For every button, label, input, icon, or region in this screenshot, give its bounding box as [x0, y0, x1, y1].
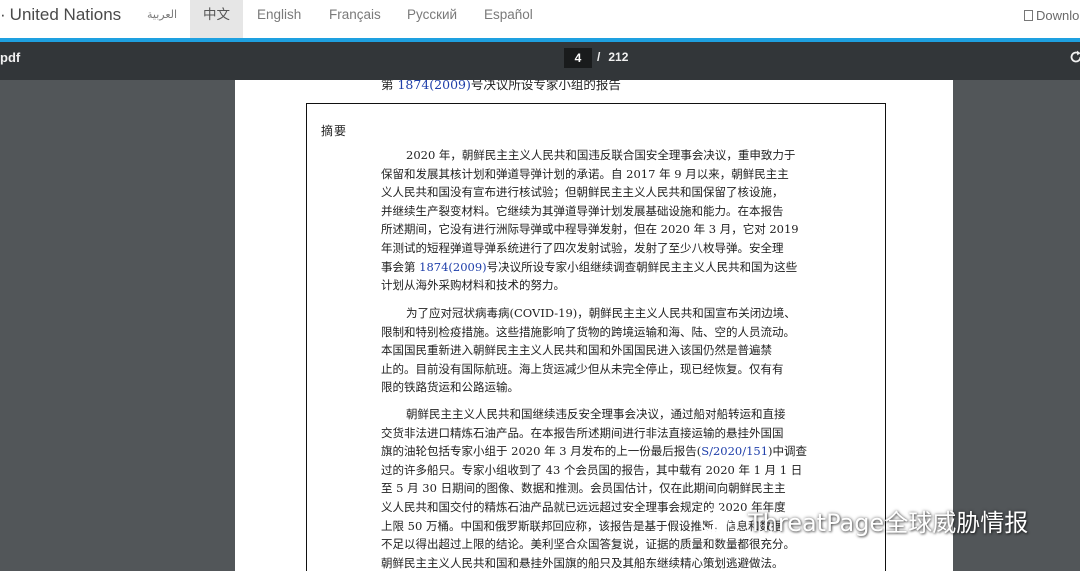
text-line: 事会第 1874(2009)号决议所设专家小组继续调查朝鲜民主主义人民共和国为这… [381, 258, 817, 277]
lang-russian[interactable]: Русский [394, 0, 470, 38]
text-line: 并继续生产裂变材料。它继续为其弹道导弹计划发展基础设施和能力。在本报告 [381, 203, 784, 218]
summary-box: 摘要 2020 年，朝鲜民主主义人民共和国违反联合国安全理事会决议，重申致力于 … [306, 103, 886, 571]
summary-paragraph: 朝鲜民主主义人民共和国继续违反安全理事会决议，通过船对船转运和直接 交货非法进口… [381, 405, 817, 571]
pdf-filename: pdf [0, 50, 21, 65]
lang-spanish[interactable]: Español [471, 0, 546, 38]
text-line: 年测试的短程弹道导弹系统进行了四次发射试验，发射了至少八枚导弹。安全理 [381, 240, 784, 255]
lang-french[interactable]: Français [316, 0, 394, 38]
text-line: 至 5 月 30 日期间的图像、数据和推测。会员国估计，仅在此期间向朝鲜民主主 [381, 481, 786, 496]
page-total-value: 212 [608, 50, 629, 64]
wechat-icon [700, 508, 738, 537]
download-link[interactable]: Downlo [1024, 8, 1079, 23]
text-line: 本国国民重新进入朝鲜民主主义人民共和国和外国国民进入该国仍然是普遍禁 [381, 343, 772, 358]
bullet-icon: · [0, 5, 6, 24]
page-number-input[interactable] [564, 48, 592, 68]
text-line: 朝鲜民主主义人民共和国继续违反安全理事会决议，通过船对船转运和直接 [406, 407, 786, 421]
pdf-page: 第 1874(2009)号决议所设专家小组的报告 摘要 2020 年，朝鲜民主主… [235, 80, 953, 571]
pdf-toolbar: pdf / 212 [0, 42, 1080, 80]
text-line: 朝鲜民主主义人民共和国和悬挂外国旗的船只及其船东继续精心策划逃避做法。 [381, 555, 784, 570]
download-label: Downlo [1036, 8, 1080, 23]
text-line: 旗的油轮包括专家小组于 2020 年 3 月发布的上一份最后报告(S/2020/… [381, 442, 817, 461]
text-line: 义人民共和国没有宣布进行核试验；但朝鲜民主主义人民共和国保留了核设施， [381, 185, 784, 200]
watermark-text: ThreatPage全球威胁情报 [748, 509, 1029, 537]
text-line: 为了应对冠状病毒病(COVID-19)，朝鲜民主主义人民共和国宣布关闭边境、 [406, 306, 796, 320]
text-line: 过的许多船只。专家小组收到了 43 个会员国的报告，其中载有 2020 年 1 … [381, 462, 803, 477]
pdf-viewer[interactable]: 第 1874(2009)号决议所设专家小组的报告 摘要 2020 年，朝鲜民主主… [0, 80, 1080, 571]
lang-chinese[interactable]: 中文 [190, 0, 243, 38]
text-line: 限制和特别检疫措施。这些措施影响了货物的跨境运输和海、陆、空的人员流动。 [381, 324, 795, 339]
site-title[interactable]: · United Nations [0, 5, 121, 25]
resolution-link[interactable]: 1874(2009) [397, 80, 470, 92]
page-separator: / [597, 50, 601, 64]
summary-paragraph: 2020 年，朝鲜民主主义人民共和国违反联合国安全理事会决议，重申致力于 保留和… [381, 146, 817, 295]
lang-arabic[interactable]: العربية [134, 0, 190, 38]
summary-heading: 摘要 [321, 124, 348, 138]
language-bar: · United Nations العربية 中文 English Franç… [0, 0, 1080, 38]
summary-paragraph: 为了应对冠状病毒病(COVID-19)，朝鲜民主主义人民共和国宣布关闭边境、 限… [381, 304, 817, 397]
text-line: 所述期间，它没有进行洲际导弹或中程导弹发射，但在 2020 年 3 月，它对 2… [381, 222, 799, 237]
text-line: 2020 年，朝鲜民主主义人民共和国违反联合国安全理事会决议，重申致力于 [406, 148, 796, 162]
rotate-icon[interactable] [1068, 49, 1080, 65]
resolution-link[interactable]: 1874(2009) [419, 260, 487, 274]
lang-english[interactable]: English [244, 0, 314, 38]
text-line: 交货非法进口精炼石油产品。在本报告所述期间进行非法直接运输的悬挂外国国 [381, 425, 784, 440]
page-total: 212 [605, 50, 628, 64]
running-header: 第 1874(2009)号决议所设专家小组的报告 [381, 80, 621, 93]
report-link[interactable]: S/2020/151 [701, 444, 768, 458]
running-header-suffix: 号决议所设专家小组的报告 [470, 80, 621, 92]
text-segment: 事会第 [381, 259, 420, 274]
text-segment: )中调查 [768, 444, 808, 459]
text-line: 计划从海外采购材料和技术的努力。 [381, 278, 565, 293]
running-header-prefix: 第 [381, 80, 398, 92]
text-line: 限的铁路货运和公路运输。 [381, 380, 519, 395]
text-line: 止的。目前没有国际航班。海上货运减少但从未完全停止，现已经恢复。仅有有 [381, 361, 784, 376]
site-title-label: United Nations [9, 5, 122, 24]
text-line: 保留和发展其核计划和弹道导弹计划的承诺。自 2017 年 9 月以来，朝鲜民主主 [381, 166, 789, 181]
text-segment: 号决议所设专家小组继续调查朝鲜民主主义人民共和国为这些 [486, 259, 798, 274]
text-segment: 旗的油轮包括专家小组于 2020 年 3 月发布的上一份最后报告( [381, 444, 702, 459]
document-icon [1024, 10, 1033, 21]
